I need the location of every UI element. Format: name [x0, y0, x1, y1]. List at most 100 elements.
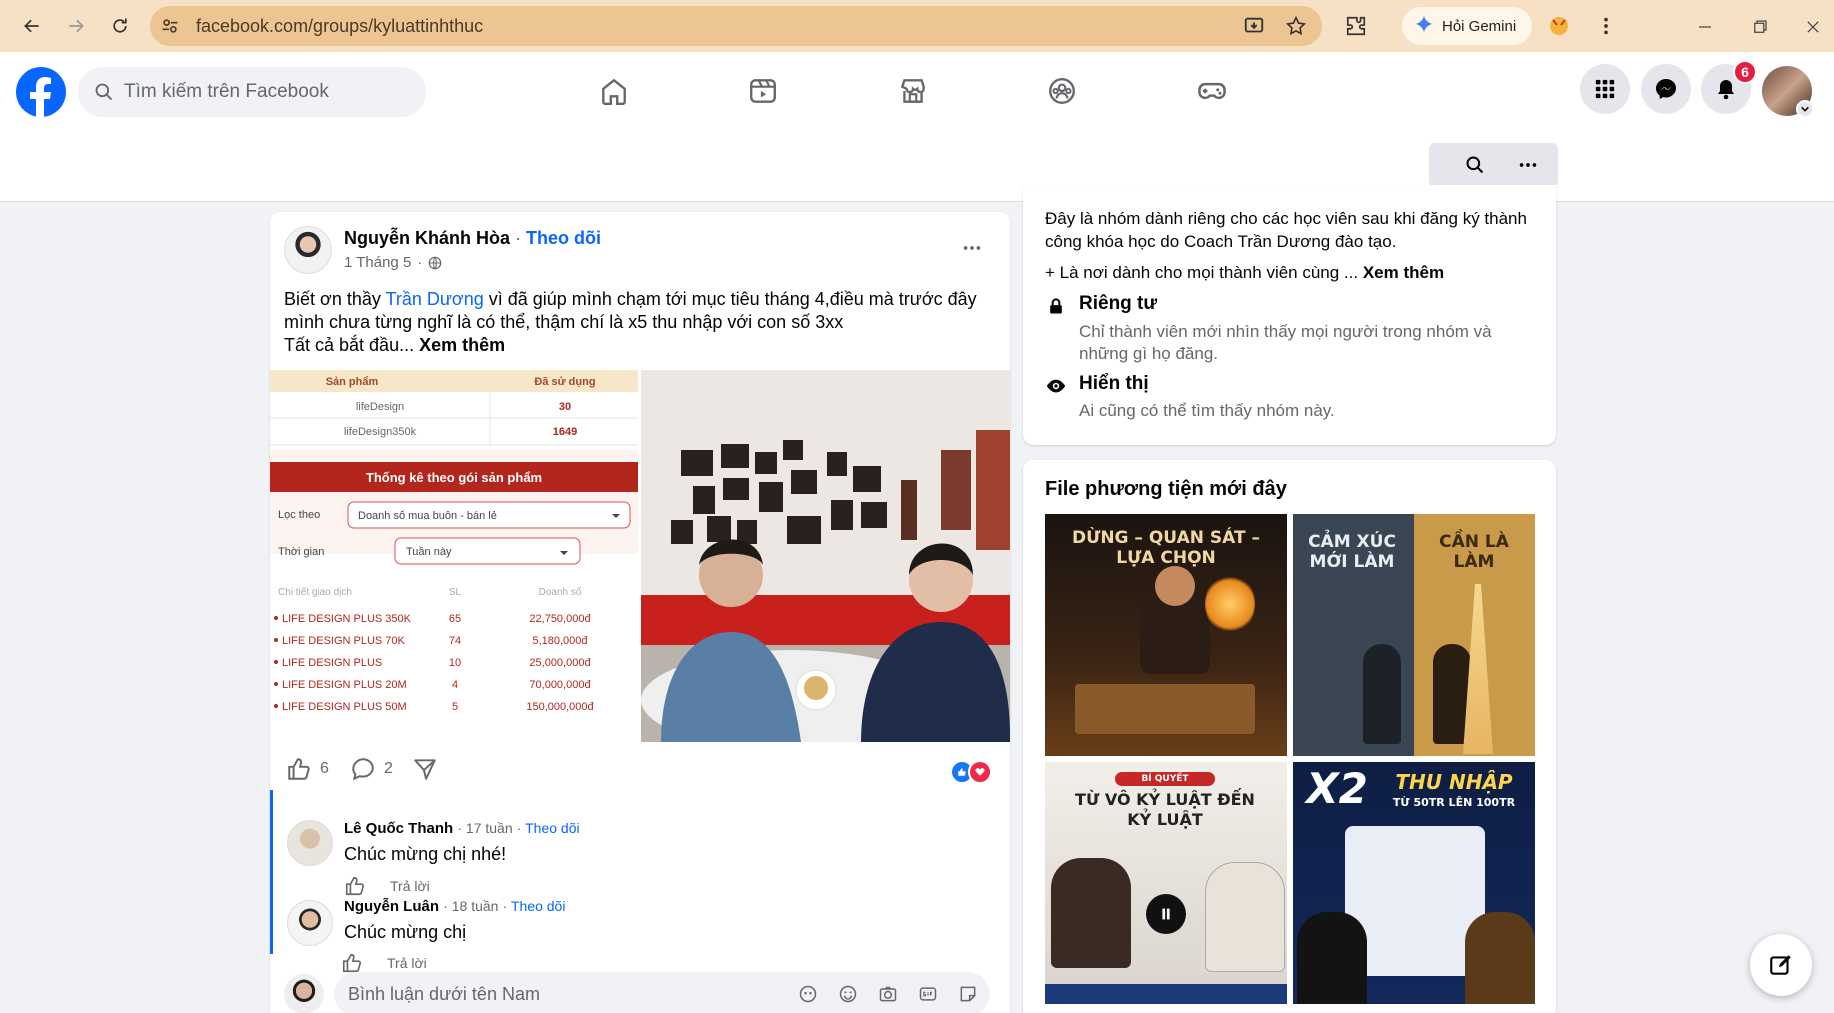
gemini-sparkle-icon — [1414, 14, 1434, 38]
stat-banner: Thống kê theo gói sản phẩm — [366, 470, 542, 485]
detail-bullet — [274, 638, 278, 642]
chrome-menu-icon[interactable] — [1590, 10, 1622, 42]
comment-time[interactable]: 17 tuần — [466, 820, 513, 836]
search-input[interactable] — [124, 81, 414, 103]
nav-video-icon[interactable] — [703, 64, 823, 118]
media-caption: TỪ VÔ KỶ LUẬT ĐẾN KỶ LUẬT — [1075, 790, 1255, 829]
my-avatar — [284, 974, 324, 1013]
media-figure — [1465, 912, 1535, 1004]
comment-input[interactable] — [348, 983, 788, 1005]
more-horizontal-icon — [1517, 154, 1539, 176]
nav-home-icon[interactable] — [554, 64, 674, 118]
nav-groups-icon[interactable] — [1002, 64, 1122, 118]
media-figure — [1363, 644, 1401, 744]
like-button[interactable]: 6 — [286, 756, 329, 782]
media-book — [1075, 684, 1255, 734]
sticker-icon[interactable] — [956, 982, 980, 1006]
filter-label: Lọc theo — [278, 509, 320, 521]
follow-commenter-link[interactable]: Theo dõi — [525, 820, 579, 836]
profile-avatar[interactable] — [1762, 66, 1814, 118]
detail-bullet — [274, 682, 278, 686]
commenter-avatar[interactable] — [287, 820, 333, 866]
gemini-button[interactable]: Hỏi Gemini — [1402, 7, 1533, 45]
post-image-photo[interactable] — [641, 370, 1010, 742]
detail-revenue: 22,750,000đ — [529, 613, 591, 625]
about-see-more-link[interactable]: Xem thêm — [1363, 263, 1444, 282]
separator-dot: · — [515, 228, 522, 248]
commenter-name[interactable]: Nguyễn Luân — [344, 898, 439, 915]
comment-text: Chúc mừng chị — [344, 922, 467, 942]
restaurant-photo — [641, 370, 1010, 742]
post-date[interactable]: 1 Tháng 5 — [344, 254, 411, 271]
gif-icon[interactable] — [916, 982, 940, 1006]
comment-text: Chúc mừng chị nhé! — [344, 844, 507, 864]
new-message-button[interactable] — [1750, 934, 1812, 996]
lock-icon — [1045, 295, 1067, 317]
comment-composer — [270, 964, 1010, 1013]
group-more-button[interactable] — [1498, 143, 1558, 187]
comment-time[interactable]: 18 tuần — [452, 898, 499, 914]
facebook-logo-icon[interactable] — [16, 67, 66, 117]
restore-icon[interactable] — [1745, 12, 1775, 42]
install-app-icon[interactable] — [1240, 12, 1268, 40]
reload-icon[interactable] — [102, 8, 138, 44]
stats-screenshot: Sản phẩm Đã sử dụng lifeDesign 30 lifeDe… — [270, 370, 638, 713]
messenger-icon[interactable] — [1641, 64, 1691, 114]
reply-button[interactable]: Trả lời — [390, 878, 430, 894]
media-caption: BÍ QUYẾT — [1115, 772, 1215, 786]
media-figure-head — [1155, 566, 1195, 606]
post-body: Biết ơn thầy Trần Dương vì đã giúp mình … — [284, 288, 994, 357]
menu-grid-icon[interactable] — [1580, 64, 1630, 114]
gemini-label: Hỏi Gemini — [1442, 17, 1517, 35]
share-button[interactable] — [412, 756, 438, 782]
site-info-icon[interactable] — [156, 12, 184, 40]
play-icon[interactable] — [1146, 894, 1186, 934]
notifications-icon[interactable]: 6 — [1701, 60, 1757, 114]
bookmark-star-icon[interactable] — [1282, 12, 1310, 40]
follow-commenter-link[interactable]: Theo dõi — [511, 898, 565, 914]
detail-revenue: 25,000,000đ — [529, 657, 591, 669]
comment-input-box[interactable] — [334, 972, 990, 1013]
detail-header: Chi tiết giao dịch — [278, 586, 352, 598]
url-text[interactable]: facebook.com/groups/kyluattinhthuc — [196, 16, 483, 37]
facebook-search[interactable] — [78, 67, 426, 117]
see-more-link[interactable]: Xem thêm — [419, 335, 505, 355]
commenter-name[interactable]: Lê Quốc Thanh — [344, 820, 453, 837]
share-icon — [412, 756, 438, 782]
post-text-line2: Tất cả bắt đầu... — [284, 335, 415, 355]
close-window-icon[interactable] — [1798, 12, 1828, 42]
media-tile[interactable]: DỪNG – QUAN SÁT – LỰA CHỌN — [1045, 514, 1287, 756]
extension-fox-icon[interactable] — [1543, 10, 1575, 42]
post-image-stats[interactable]: Sản phẩm Đã sử dụng lifeDesign 30 lifeDe… — [270, 370, 638, 742]
post-options-icon[interactable] — [954, 230, 990, 266]
nav-gaming-icon[interactable] — [1152, 64, 1272, 118]
emoji-icon[interactable] — [836, 982, 860, 1006]
camera-icon[interactable] — [876, 982, 900, 1006]
back-icon[interactable] — [14, 8, 50, 44]
post-author-name[interactable]: Nguyễn Khánh Hòa — [344, 228, 510, 248]
media-tile[interactable]: CẢM XÚC MỚI LÀM CẦN LÀ LÀM — [1293, 514, 1535, 756]
nav-marketplace-icon[interactable] — [853, 64, 973, 118]
media-tile[interactable]: X2 THU NHẬP TỪ 50TR LÊN 100TR — [1293, 762, 1535, 1004]
time-label: Thời gian — [278, 546, 324, 558]
search-icon — [1465, 155, 1485, 175]
avatar-sticker-icon[interactable] — [796, 982, 820, 1006]
follow-author-link[interactable]: Theo dõi — [526, 228, 601, 248]
post-text-start: Biết ơn thầy — [284, 289, 386, 309]
commenter-avatar[interactable] — [287, 900, 333, 946]
address-bar[interactable]: facebook.com/groups/kyluattinhthuc — [150, 6, 1322, 46]
comment-like-icon[interactable] — [344, 875, 366, 897]
forward-icon[interactable] — [58, 8, 94, 44]
media-tile[interactable]: BÍ QUYẾT TỪ VÔ KỶ LUẬT ĐẾN KỶ LUẬT — [1045, 762, 1287, 1004]
media-caption: DỪNG – QUAN SÁT – LỰA CHỌN — [1072, 528, 1260, 568]
extensions-icon[interactable] — [1340, 10, 1372, 42]
recent-media-card: File phương tiện mới đây DỪNG – QUAN SÁT… — [1023, 460, 1556, 1013]
reaction-summary[interactable] — [950, 760, 992, 784]
detail-name: LIFE DESIGN PLUS 350K — [282, 613, 412, 625]
stat-row-name: lifeDesign350k — [344, 426, 417, 438]
mention-link[interactable]: Trần Dương — [386, 289, 484, 309]
comment-button[interactable]: 2 — [350, 756, 393, 782]
minimize-icon[interactable] — [1690, 12, 1720, 42]
author-avatar[interactable] — [284, 226, 332, 274]
separator-dot: · — [417, 254, 423, 271]
